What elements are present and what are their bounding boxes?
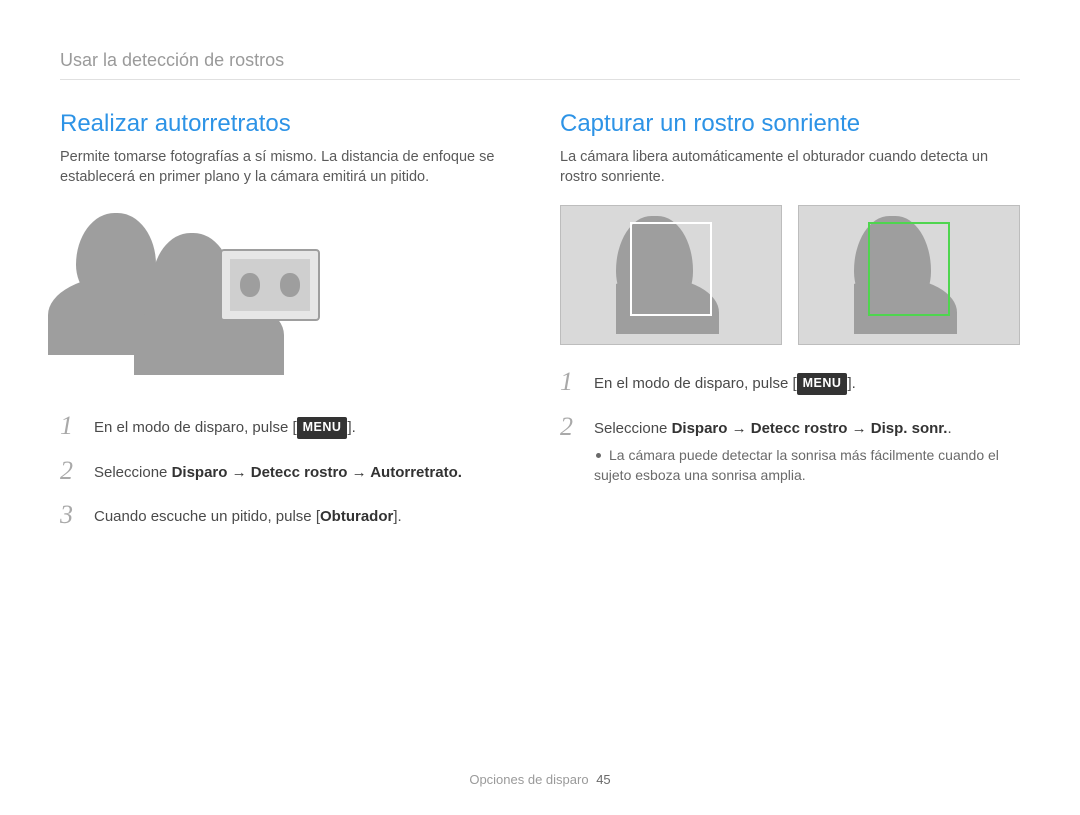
step-number: 2	[560, 414, 582, 440]
left-description: Permite tomarse fotografías a sí mismo. …	[60, 148, 520, 187]
step-pre: Seleccione	[94, 464, 172, 481]
page-number: 45	[596, 772, 610, 787]
detection-frame-green-icon	[868, 222, 950, 316]
camera-screen-icon	[230, 259, 310, 311]
step-sub-text: La cámara puede detectar la sonrisa más …	[594, 447, 999, 483]
content-columns: Realizar autorretratos Permite tomarse f…	[60, 110, 1020, 547]
step-post: .	[947, 420, 951, 437]
step-pre: Cuando escuche un pitido, pulse [	[94, 508, 320, 525]
left-column: Realizar autorretratos Permite tomarse f…	[60, 110, 520, 547]
step-bold: Disparo → Detecc rostro → Autorretrato.	[172, 464, 462, 481]
step-bold: Obturador	[320, 508, 393, 525]
step-item: 1 En el modo de disparo, pulse [MENU].	[60, 413, 520, 440]
mini-face-icon	[280, 273, 300, 297]
step-pre: En el modo de disparo, pulse [	[594, 375, 797, 392]
step-bold: Disparo → Detecc rostro → Disp. sonr.	[672, 420, 948, 437]
camera-icon	[220, 249, 320, 321]
step-text: Seleccione Disparo → Detecc rostro → Dis…	[594, 414, 1020, 486]
face-silhouette-icon	[854, 216, 964, 334]
breadcrumb: Usar la detección de rostros	[60, 50, 1020, 80]
left-heading: Realizar autorretratos	[60, 110, 520, 138]
step-text: Cuando escuche un pitido, pulse [Obturad…	[94, 502, 402, 529]
face-box-smile	[798, 205, 1020, 345]
step-post: ].	[393, 508, 401, 525]
right-column: Capturar un rostro sonriente La cámara l…	[560, 110, 1020, 547]
menu-badge-icon: MENU	[797, 373, 848, 395]
step-post: ].	[347, 419, 355, 436]
step-number: 3	[60, 502, 82, 528]
step-text: En el modo de disparo, pulse [MENU].	[94, 413, 356, 440]
step-pre: En el modo de disparo, pulse [	[94, 419, 297, 436]
self-portrait-illustration	[64, 205, 324, 387]
right-description: La cámara libera automáticamente el obtu…	[560, 148, 1020, 187]
mini-face-icon	[240, 273, 260, 297]
step-item: 2 Seleccione Disparo → Detecc rostro → D…	[560, 414, 1020, 486]
footer-label: Opciones de disparo	[469, 772, 588, 787]
menu-badge-icon: MENU	[297, 417, 348, 439]
face-box-neutral	[560, 205, 782, 345]
step-number: 2	[60, 458, 82, 484]
left-steps: 1 En el modo de disparo, pulse [MENU]. 2…	[60, 413, 520, 529]
step-sub-bullet: La cámara puede detectar la sonrisa más …	[594, 446, 1020, 485]
detection-frame-white-icon	[630, 222, 712, 316]
person-silhouette-icon	[76, 213, 156, 307]
step-item: 2 Seleccione Disparo → Detecc rostro → A…	[60, 458, 520, 485]
step-pre: Seleccione	[594, 420, 672, 437]
step-item: 1 En el modo de disparo, pulse [MENU].	[560, 369, 1020, 396]
bullet-dot-icon	[596, 453, 601, 458]
step-post: ].	[847, 375, 855, 392]
step-text: En el modo de disparo, pulse [MENU].	[594, 369, 856, 396]
step-text: Seleccione Disparo → Detecc rostro → Aut…	[94, 458, 462, 485]
face-silhouette-icon	[616, 216, 726, 334]
page-footer: Opciones de disparo 45	[0, 772, 1080, 787]
step-number: 1	[560, 369, 582, 395]
right-steps: 1 En el modo de disparo, pulse [MENU]. 2…	[560, 369, 1020, 485]
selfie-people-icon	[64, 205, 324, 387]
face-detection-illustrations	[560, 205, 1020, 345]
step-item: 3 Cuando escuche un pitido, pulse [Obtur…	[60, 502, 520, 529]
step-number: 1	[60, 413, 82, 439]
right-heading: Capturar un rostro sonriente	[560, 110, 1020, 138]
